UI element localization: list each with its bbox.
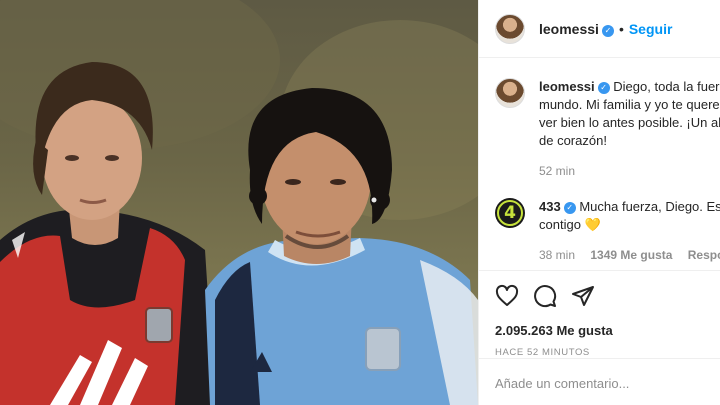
photo-illustration — [0, 0, 478, 405]
avatar[interactable]: 4 — [495, 198, 525, 228]
post-timestamp: HACE 52 MINUTOS — [495, 347, 590, 358]
caption-text-block: leomessi✓ Diego, toda la fuerza del mund… — [539, 78, 720, 150]
comment-likes[interactable]: 1349 Me gusta — [590, 248, 672, 262]
post-photo[interactable] — [0, 0, 478, 405]
post-likes[interactable]: 2.095.263 Me gusta — [495, 323, 705, 338]
post-header: leomessi ✓ • Seguir — [479, 0, 720, 58]
comments-section: leomessi✓ Diego, toda la fuerza del mund… — [495, 78, 720, 264]
comment-username[interactable]: 433 — [539, 199, 561, 214]
comment-item: 4 433✓ Mucha fuerza, Diego. Estamos cont… — [495, 198, 720, 264]
caption-meta: 52 min — [539, 162, 720, 180]
caption-time[interactable]: 52 min — [539, 164, 575, 178]
add-comment-input[interactable]: Añade un comentario... — [479, 358, 720, 405]
verified-icon: ✓ — [563, 202, 576, 214]
comment-avatar-text: 4 — [497, 200, 523, 226]
comment-icon[interactable] — [533, 284, 557, 308]
verified-icon: ✓ — [597, 82, 610, 94]
header-username[interactable]: leomessi ✓ — [539, 21, 614, 37]
comment-text-block: 433✓ Mucha fuerza, Diego. Estamos contig… — [539, 198, 720, 234]
post-actions: 2.095.263 Me gusta HACE 52 MINUTOS — [479, 270, 720, 358]
caption-comment: leomessi✓ Diego, toda la fuerza del mund… — [495, 78, 720, 180]
action-icons — [495, 283, 705, 309]
verified-icon: ✓ — [601, 24, 614, 37]
post-sidebar: leomessi ✓ • Seguir leomessi ✓ Diego, toda… — [478, 0, 720, 405]
share-icon[interactable] — [571, 284, 595, 308]
yellow-heart-emoji: 💛 — [584, 217, 601, 232]
comment-meta: 38 min 1349 Me gusta Responder — [539, 246, 720, 264]
caption-username[interactable]: leomessi — [539, 79, 595, 94]
follow-button[interactable]: Seguir — [629, 21, 673, 37]
reply-button[interactable]: Responder — [688, 248, 720, 262]
avatar[interactable] — [495, 78, 525, 108]
comment-time[interactable]: 38 min — [539, 248, 575, 262]
separator-dot: • — [618, 20, 624, 37]
avatar[interactable] — [495, 13, 525, 44]
heart-icon[interactable] — [495, 284, 519, 308]
